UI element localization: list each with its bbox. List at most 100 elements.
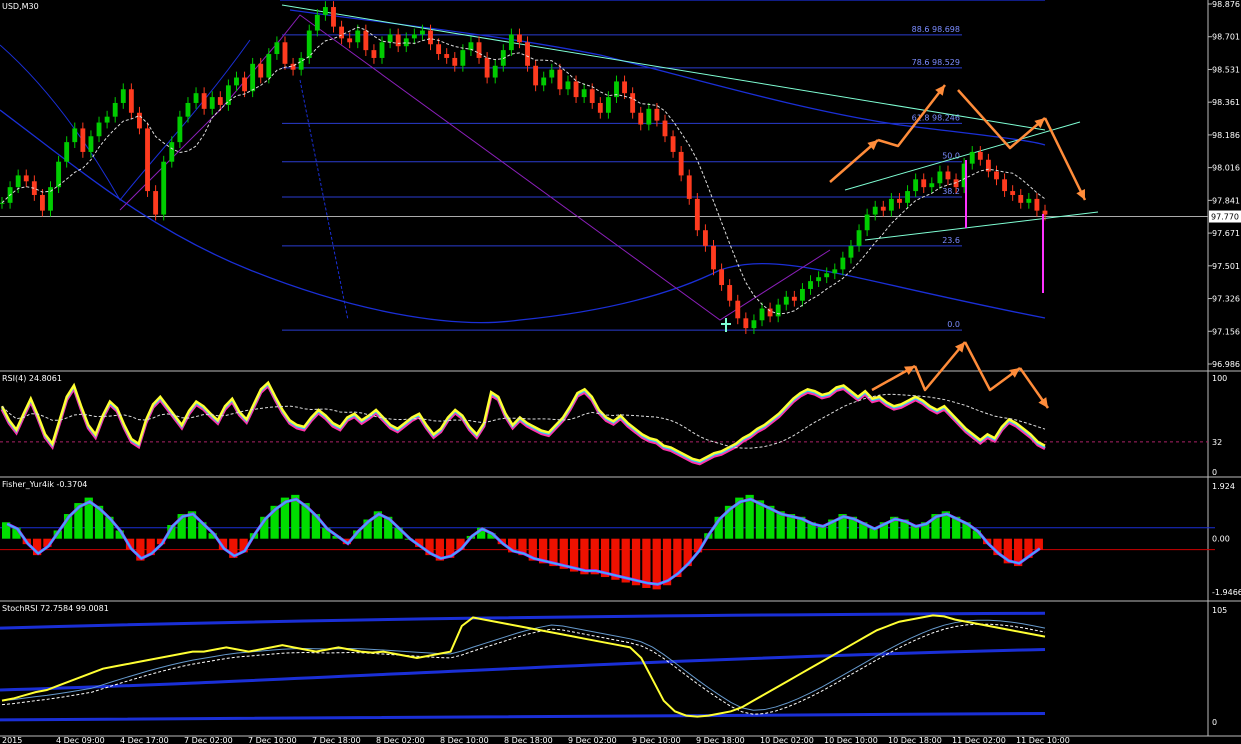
candle-body xyxy=(864,214,870,231)
stoch-band-middle xyxy=(0,647,1046,692)
time-tick-label: 10 Dec 02:00 xyxy=(760,736,814,744)
stoch-band-lower xyxy=(0,711,1046,722)
candle-body xyxy=(694,198,700,231)
candle-body xyxy=(403,38,409,47)
candle-body xyxy=(40,194,45,211)
candle-body xyxy=(727,285,733,301)
candle-body xyxy=(597,102,603,113)
candle-body xyxy=(225,85,231,105)
candle-body xyxy=(282,42,288,64)
candle-body xyxy=(331,7,336,27)
candle-body xyxy=(743,318,749,329)
price-tick-label: 97.501 xyxy=(1212,262,1240,271)
candle-body xyxy=(339,26,345,39)
candle-body xyxy=(436,44,442,55)
time-tick-label: 2015 xyxy=(2,736,22,744)
time-tick-label: 9 Dec 18:00 xyxy=(696,736,745,744)
annotation-arrow-head xyxy=(1038,397,1048,408)
candle-body xyxy=(622,81,627,94)
candle-body xyxy=(791,296,797,301)
fib-level-label: 23.6 xyxy=(942,236,960,245)
candle-body xyxy=(177,116,183,143)
price-tick-label: 97.326 xyxy=(1212,295,1240,304)
candle-body xyxy=(840,257,846,270)
chart-canvas: 98.876 98.701 98.531 98.361 98.186 98.016 97.8… xyxy=(0,0,1241,744)
candle-body xyxy=(387,34,393,43)
time-tick-label: 4 Dec 17:00 xyxy=(120,736,169,744)
candle-body xyxy=(508,34,514,51)
candle-body xyxy=(322,7,328,15)
candle-body xyxy=(428,30,433,45)
candle-body xyxy=(145,128,150,192)
fib-level-label: 38.2 xyxy=(942,187,960,196)
candle-body xyxy=(72,128,78,143)
annotation-arrow xyxy=(1043,117,1087,201)
candle-body xyxy=(880,206,886,211)
candle-body xyxy=(605,97,611,113)
current-price-label: 97.770 xyxy=(1211,213,1239,222)
candle-body xyxy=(662,120,668,137)
candle-body xyxy=(824,273,830,278)
candle-body xyxy=(234,77,239,86)
candle-body xyxy=(751,320,757,329)
candle-body xyxy=(298,57,304,70)
candle-body xyxy=(137,112,142,129)
candle-body xyxy=(711,245,716,270)
candle-body xyxy=(1042,210,1048,215)
candle-body xyxy=(120,89,126,103)
candle-body xyxy=(128,89,134,113)
candle-body xyxy=(242,77,247,92)
candle-body xyxy=(654,108,660,121)
price-tick-label: 98.701 xyxy=(1212,33,1240,42)
candle-body xyxy=(153,191,159,215)
candle-body xyxy=(492,65,498,78)
price-tick-label: 98.876 xyxy=(1212,0,1240,9)
candle-body xyxy=(549,69,555,78)
fisher-tick-label: 1.924 xyxy=(1212,482,1235,491)
candle-body xyxy=(161,161,167,215)
stoch-tick-label: 105 xyxy=(1212,606,1227,615)
candle-body xyxy=(775,304,781,317)
candle-body xyxy=(646,108,652,125)
time-tick-label: 4 Dec 09:00 xyxy=(56,736,105,744)
fisher-bar xyxy=(590,538,599,575)
candle-body xyxy=(589,89,595,103)
candle-body xyxy=(395,34,401,47)
candle-body xyxy=(1026,198,1032,203)
time-tick-label: 11 Dec 10:00 xyxy=(1016,736,1070,744)
candle-body xyxy=(56,161,62,188)
candle-body xyxy=(533,65,539,86)
candle-body xyxy=(735,300,741,319)
price-tick-label: 98.531 xyxy=(1212,65,1240,74)
candle-body xyxy=(193,93,199,103)
candle-body xyxy=(80,128,86,152)
stoch-tick-label: 0 xyxy=(1212,718,1217,727)
candle-body xyxy=(702,230,708,246)
candle-body xyxy=(411,34,417,39)
time-tick-label: 10 Dec 10:00 xyxy=(824,736,878,744)
candle-body xyxy=(937,171,943,184)
candle-body xyxy=(686,175,692,199)
candle-body xyxy=(15,175,21,188)
candle-body xyxy=(476,42,482,58)
price-tick-label: 98.016 xyxy=(1212,164,1240,173)
candle-body xyxy=(444,54,450,58)
candle-body xyxy=(169,142,175,162)
candle-body xyxy=(525,42,530,66)
ma-fast-dashed-line xyxy=(1,26,1046,315)
candle-body xyxy=(783,296,789,305)
candle-body xyxy=(258,63,264,78)
candle-body xyxy=(848,245,854,258)
candle-body xyxy=(670,136,676,152)
time-tick-label: 8 Dec 18:00 xyxy=(504,736,553,744)
candle-body xyxy=(630,93,636,113)
candle-body xyxy=(1010,191,1016,195)
candle-body xyxy=(719,269,725,286)
rsi-tick-label: 100 xyxy=(1212,374,1227,383)
fisher-bar xyxy=(652,538,661,590)
rsi-tick-label: 32 xyxy=(1212,438,1222,447)
candle-body xyxy=(557,69,563,90)
candle-body xyxy=(314,14,320,31)
candle-body xyxy=(306,30,312,58)
candle-body xyxy=(913,179,919,192)
